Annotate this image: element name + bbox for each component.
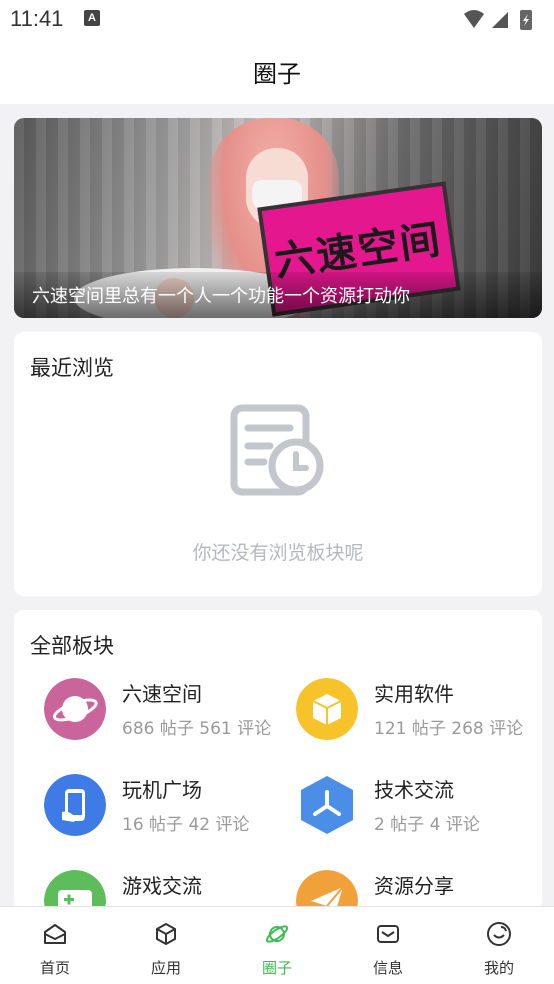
featured-banner[interactable]: 六速空间 六速空间里总有一个人一个功能一个资源打动你	[14, 118, 542, 318]
status-time: 11:41	[10, 6, 64, 31]
board-item-phone-square[interactable]: 玩机广场 16 帖子 42 评论	[36, 770, 286, 840]
tab-apps[interactable]: 应用	[111, 907, 221, 984]
banner-caption: 六速空间里总有一个人一个功能一个资源打动你	[32, 286, 410, 307]
page-title: 圈子	[253, 60, 301, 88]
tab-home[interactable]: 首页	[0, 907, 110, 984]
board-stats: 121 帖子 268 评论	[374, 719, 524, 739]
tab-circle[interactable]: 圈子	[222, 907, 332, 984]
recent-title: 最近浏览	[30, 356, 114, 380]
box-icon	[296, 678, 358, 740]
board-stats: 16 帖子 42 评论	[122, 815, 250, 835]
tab-label: 应用	[150, 959, 181, 977]
cube-icon	[156, 923, 176, 945]
status-bar: 11:41 A	[0, 0, 554, 38]
recent-section: 最近浏览 你还没有浏览板块呢	[14, 332, 542, 596]
board-name: 资源分享	[374, 874, 454, 898]
board-stats: 686 帖子 561 评论	[122, 719, 272, 739]
board-item-liusu-space[interactable]: 六速空间 686 帖子 561 评论	[36, 674, 286, 744]
page-header: 圈子	[0, 38, 554, 104]
tab-label: 信息	[372, 959, 403, 977]
board-name: 玩机广场	[122, 778, 202, 802]
planet-icon	[265, 925, 289, 943]
tab-label: 我的	[483, 959, 514, 977]
notification-icon: A	[84, 10, 100, 26]
bottom-tab-bar: 首页 应用 圈子 信息 我的	[0, 906, 554, 984]
board-name: 游戏交流	[122, 874, 202, 898]
board-name: 六速空间	[122, 682, 202, 706]
board-item-useful-software[interactable]: 实用软件 121 帖子 268 评论	[288, 674, 538, 744]
system-icons	[462, 8, 542, 36]
boards-title: 全部板块	[30, 634, 114, 658]
empty-history-icon	[230, 404, 324, 496]
battery-icon	[520, 10, 532, 30]
board-stats: 2 帖子 4 评论	[374, 815, 480, 835]
tab-label: 首页	[39, 959, 70, 977]
tab-profile[interactable]: 我的	[444, 907, 554, 984]
tab-label: 圈子	[261, 959, 292, 977]
mail-icon	[377, 925, 399, 943]
wifi-icon	[464, 10, 484, 28]
hexagon-icon	[301, 776, 353, 834]
smile-icon	[487, 922, 511, 946]
phone-hand-icon	[44, 774, 106, 836]
tab-messages[interactable]: 信息	[333, 907, 443, 984]
signal-icon	[492, 12, 508, 28]
planet-icon	[44, 678, 106, 740]
board-name: 实用软件	[374, 682, 454, 706]
home-icon	[44, 924, 66, 944]
board-item-tech-exchange[interactable]: 技术交流 2 帖子 4 评论	[288, 770, 538, 840]
empty-history-text: 你还没有浏览板块呢	[192, 542, 364, 564]
board-name: 技术交流	[374, 778, 454, 802]
boards-section: 全部板块 六速空间 686 帖子 561 评论 实用软件 121 帖子 268 …	[14, 610, 542, 932]
